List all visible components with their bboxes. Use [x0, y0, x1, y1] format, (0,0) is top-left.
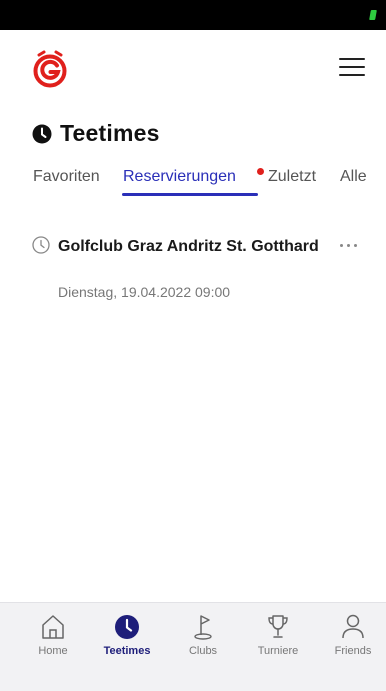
golf-flag-icon [194, 615, 212, 640]
active-tab-indicator [122, 193, 258, 196]
golf-timer-logo-icon[interactable] [30, 50, 70, 88]
club-name: Golfclub Graz Andritz St. Gotthard [58, 238, 319, 255]
nav-turniere[interactable]: Turniere [243, 613, 313, 657]
nav-teetimes[interactable]: Teetimes [92, 613, 162, 657]
nav-label-home: Home [38, 645, 68, 657]
trophy-icon [268, 615, 288, 638]
tab-reservierungen[interactable]: Reservierungen [123, 168, 236, 186]
page-title: Teetimes [32, 120, 160, 147]
notification-dot [257, 168, 264, 175]
home-icon [42, 615, 64, 639]
tab-alle[interactable]: Alle [340, 168, 367, 186]
nav-label-teetimes: Teetimes [103, 645, 151, 657]
nav-home[interactable]: Home [18, 613, 88, 657]
nav-label-clubs: Clubs [188, 645, 218, 657]
clock-filled-icon [32, 124, 52, 143]
nav-clubs[interactable]: Clubs [168, 613, 238, 657]
tab-zuletzt[interactable]: Zuletzt [268, 168, 316, 186]
status-bar [0, 0, 386, 30]
bottom-navigation: Home Teetimes Clubs Turniere Friends [0, 602, 386, 691]
battery-icon [369, 10, 377, 20]
nav-friends[interactable]: Friends [318, 613, 386, 657]
clock-outline-icon [32, 236, 50, 254]
teetime-datetime: Dienstag, 19.04.2022 09:00 [58, 284, 231, 300]
tab-favoriten[interactable]: Favoriten [33, 168, 100, 186]
clock-filled-icon [115, 615, 139, 639]
person-icon [342, 614, 364, 639]
more-dots-icon[interactable] [338, 238, 360, 252]
hamburger-menu-icon[interactable] [336, 56, 370, 78]
nav-label-friends: Friends [334, 645, 372, 657]
page-title-text: Teetimes [60, 120, 160, 146]
nav-label-turniere: Turniere [257, 645, 299, 657]
